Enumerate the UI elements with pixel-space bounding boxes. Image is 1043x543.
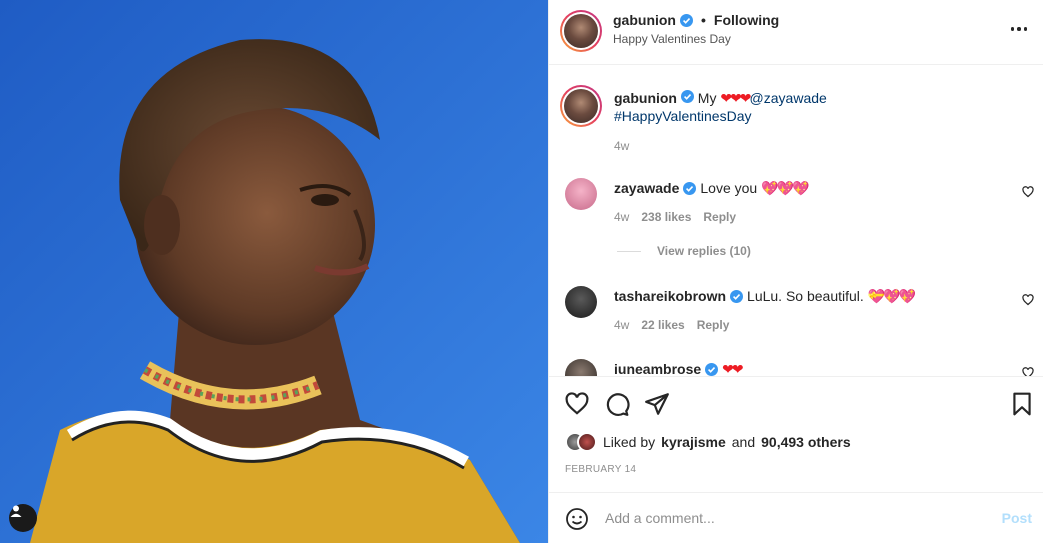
post-image — [0, 0, 548, 543]
caption-username[interactable]: gabunion — [614, 90, 677, 106]
commenter-avatar[interactable] — [565, 359, 597, 376]
verified-icon — [680, 90, 694, 103]
emoji-icon[interactable] — [565, 507, 589, 531]
verified-icon — [683, 181, 697, 195]
comment-likes[interactable]: 22 likes — [641, 318, 684, 332]
more-options-button[interactable] — [1008, 19, 1030, 39]
comment-emoji: 💖💖💖 — [761, 180, 809, 196]
comment-emoji: 💝💖💖 — [867, 288, 916, 304]
user-tag-button[interactable] — [9, 504, 37, 532]
separator-dot: • — [701, 12, 706, 28]
replies-divider — [617, 250, 641, 252]
comment-like-icon[interactable] — [1022, 186, 1034, 198]
commenter-username[interactable]: iuneambrose — [614, 360, 701, 376]
comment-emoji: ❤❤ — [722, 361, 744, 377]
bookmark-icon[interactable] — [1009, 391, 1035, 417]
caption-hashtag-link[interactable]: #HappyValentinesDay — [614, 108, 752, 124]
view-replies-button[interactable]: View replies (10) — [617, 244, 751, 258]
caption-time[interactable]: 4w — [614, 139, 629, 153]
author-avatar[interactable] — [560, 10, 602, 52]
more-icon — [1010, 27, 1015, 31]
reply-button[interactable]: Reply — [697, 318, 730, 332]
verified-icon — [730, 289, 744, 303]
comment-time[interactable]: 4w — [614, 318, 629, 332]
commenter-avatar[interactable] — [565, 286, 597, 318]
liker-avatars[interactable] — [565, 432, 597, 452]
caption-text: My — [697, 90, 717, 106]
comment-input[interactable] — [605, 506, 985, 530]
commenter-avatar[interactable] — [565, 178, 597, 210]
author-username[interactable]: gabunion — [613, 12, 676, 28]
post-button[interactable]: Post — [1002, 510, 1032, 526]
caption-mention-link[interactable]: @zayawade — [750, 90, 827, 106]
comments-list[interactable]: gabunion My ❤❤❤@zayawade #HappyValentine… — [549, 65, 1043, 377]
post-details-panel: gabunion • Following Happy Valentines Da… — [548, 0, 1043, 543]
following-button[interactable]: Following — [714, 12, 779, 28]
comment-time[interactable]: 4w — [614, 210, 629, 224]
post-location-subtitle[interactable]: Happy Valentines Day — [613, 32, 731, 46]
reply-button[interactable]: Reply — [703, 210, 736, 224]
post-photo[interactable] — [0, 0, 548, 543]
comment-text: LuLu. So beautiful. — [747, 288, 864, 304]
share-icon[interactable] — [644, 391, 670, 417]
likes-summary: Liked by kyrajisme and 90,493 others — [565, 432, 851, 452]
comment-icon[interactable] — [604, 391, 630, 417]
likes-count[interactable]: 90,493 others — [761, 434, 851, 450]
add-comment-bar: Post — [549, 492, 1043, 543]
comment-text: Love you — [700, 180, 758, 196]
verified-icon — [680, 13, 693, 27]
post-header: gabunion • Following Happy Valentines Da… — [549, 0, 1043, 65]
likes-prefix: Liked by — [603, 434, 656, 450]
comment-likes[interactable]: 238 likes — [641, 210, 691, 224]
commenter-username[interactable]: tashareikobrown — [614, 287, 726, 305]
comment-like-icon[interactable] — [1022, 294, 1034, 306]
likes-and: and — [731, 434, 756, 450]
caption-emoji: ❤❤❤ — [720, 90, 751, 106]
liked-by-user[interactable]: kyrajisme — [661, 434, 726, 450]
comment-like-icon[interactable] — [1022, 367, 1034, 377]
caption-avatar[interactable] — [560, 85, 602, 127]
heart-icon[interactable] — [564, 391, 590, 417]
action-bar — [549, 378, 1043, 428]
verified-icon — [705, 362, 719, 376]
commenter-username[interactable]: zayawade — [614, 179, 679, 197]
user-tag-icon — [10, 505, 22, 517]
post-date[interactable]: FEBRUARY 14 — [565, 464, 636, 475]
